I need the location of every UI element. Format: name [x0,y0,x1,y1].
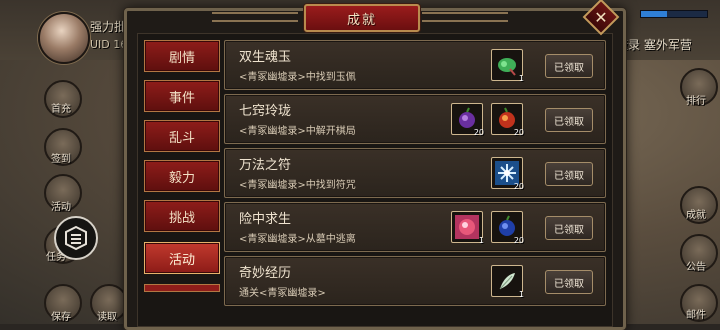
menu-hex-button[interactable] [54,216,98,260]
reward-count: 1 [518,290,524,299]
resource-bar [640,10,708,18]
reward-count: 20 [513,128,524,137]
ranking-label: 排行 [686,96,706,107]
achievement-title: 奇妙经历 [239,266,292,281]
achievement-desc: <青冢幽墟录>中解开棋局 [239,126,356,137]
modal-title-banner: 成就 [304,4,420,32]
achievement-title: 七窍玲珑 [239,104,292,119]
red-gem-icon [455,215,479,239]
tab-event[interactable]: 事件 [144,80,220,112]
tab-brawl[interactable]: 乱斗 [144,120,220,152]
list-item: 七窍玲珑 <青冢幽墟录>中解开棋局 20 20 已领取 [224,94,606,144]
achievement-title: 双生魂玉 [239,50,292,65]
achievement-title: 万法之符 [239,158,292,173]
mail-label: 邮件 [686,310,706,321]
reward-count: 1 [518,74,524,83]
achievement-desc: <青冢幽墟录>从墓中逃离 [239,234,356,245]
feather-icon [499,273,515,290]
location-text: 捷录 塞外军营 [616,38,692,52]
announcement-label: 公告 [686,262,706,273]
achievement-title: 险中求生 [239,212,292,227]
list-item: 双生魂玉 <青冢幽墟录>中找到玉佩 1 已领取 [224,40,606,90]
modal-title: 成就 [346,12,377,28]
tab-perseverance[interactable]: 毅力 [144,160,220,192]
title-ornament-right [422,12,508,22]
tab-story[interactable]: 剧情 [144,40,220,72]
reward-count: 20 [513,182,524,191]
claimed-button[interactable]: 已领取 [545,270,593,294]
list-item: 万法之符 <青冢幽墟录>中找到符咒 20 已领取 [224,148,606,198]
claimed-button[interactable]: 已领取 [545,216,593,240]
load-label: 读取 [97,312,117,323]
achievement-desc: <青冢幽墟录>中找到玉佩 [239,72,356,83]
reward-slot[interactable]: 1 [451,211,484,245]
reward-slot[interactable]: 20 [451,103,484,137]
reward-slot[interactable]: 20 [491,103,524,137]
hex-menu-icon [65,225,87,251]
tab-challenge[interactable]: 挑战 [144,200,220,232]
reward-count: 20 [513,236,524,245]
reward-slot[interactable]: 1 [491,265,524,299]
first-charge-label: 首充 [51,104,71,115]
sign-in-label: 签到 [51,154,71,165]
reward-slot[interactable]: 20 [491,211,524,245]
activity-label: 活动 [51,202,71,213]
list-item: 奇妙经历 通关<青冢幽墟录> 1 已领取 [224,256,606,306]
close-icon: ✕ [594,7,608,27]
reward-slot[interactable]: 20 [491,157,524,191]
claimed-button[interactable]: 已领取 [545,108,593,132]
reward-count: 20 [473,128,484,137]
reward-count: 1 [478,236,484,245]
save-label: 保存 [51,312,71,323]
achievement-desc: 通关<青冢幽墟录> [239,288,326,299]
list-item: 险中求生 <青冢幽墟录>从墓中逃离 1 20 已领取 [224,202,606,252]
claimed-button[interactable]: 已领取 [545,162,593,186]
achievement-desc: <青冢幽墟录>中找到符咒 [239,180,356,191]
tab-activity[interactable]: 活动 [144,242,220,274]
player-avatar[interactable] [38,12,90,64]
achievement-hud-label: 成就 [686,210,706,221]
reward-slot[interactable]: 1 [491,49,524,83]
title-ornament-left [212,12,298,22]
jade-pendant-icon [498,58,516,76]
claimed-button[interactable]: 已领取 [545,54,593,78]
tab-scroll-indicator [144,284,220,292]
